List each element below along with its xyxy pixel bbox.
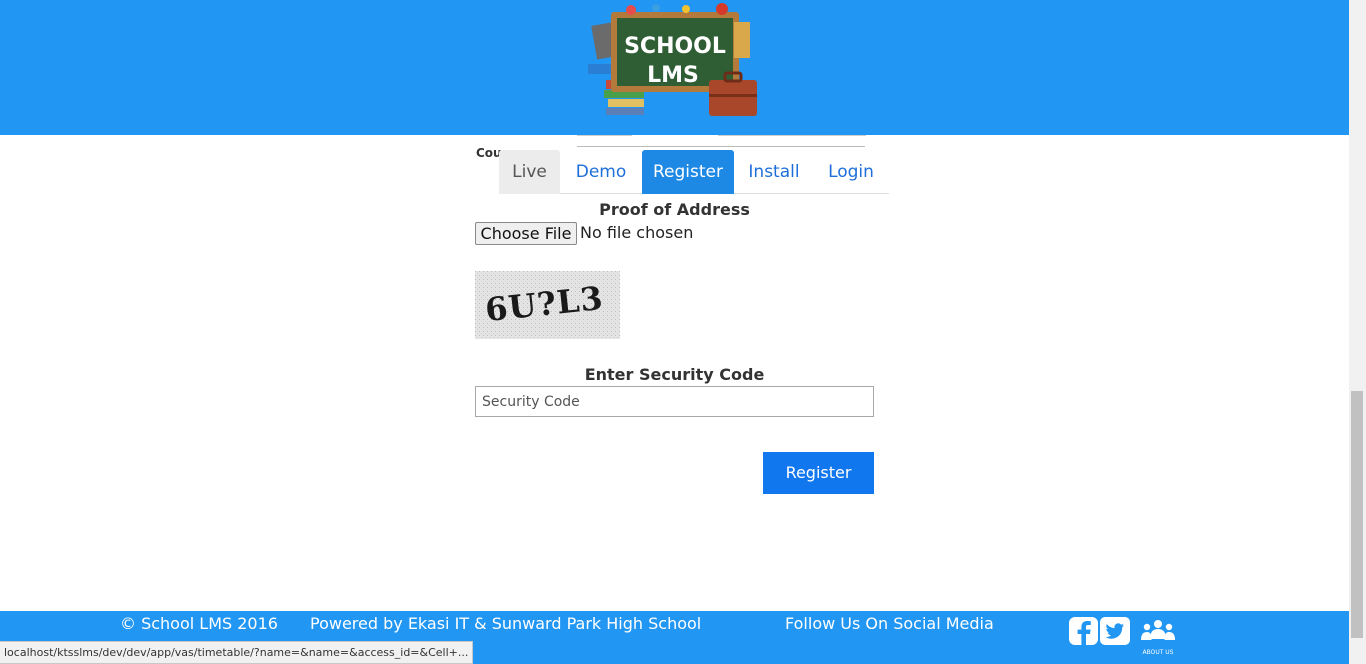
twitter-icon[interactable] (1100, 617, 1130, 645)
page-scrollbar[interactable] (1349, 0, 1366, 664)
about-us-link[interactable]: ABOUT US (1139, 619, 1177, 657)
tab-register[interactable]: Register (642, 150, 734, 194)
security-code-input[interactable] (475, 386, 874, 417)
site-header: SCHOOL LMS (0, 0, 1349, 135)
about-us-icon (1141, 620, 1175, 640)
tab-login[interactable]: Login (819, 150, 883, 194)
proof-of-address-label: Proof of Address (599, 200, 750, 219)
follow-us-text: Follow Us On Social Media (785, 614, 994, 633)
page: Cou SCHOOL LMS Live Demo Register Instal… (0, 0, 1366, 664)
tab-live[interactable]: Live (499, 150, 560, 194)
country-label: Cou (476, 146, 502, 160)
security-code-label: Enter Security Code (584, 365, 765, 384)
logo-text-line2: LMS (647, 63, 699, 88)
main-tabs: Live Demo Register Install Login (499, 150, 889, 194)
choose-file-button[interactable]: Choose File (475, 222, 577, 245)
tab-install[interactable]: Install (739, 150, 809, 194)
copyright-text: © School LMS 2016 (120, 614, 278, 633)
file-status-text: No file chosen (580, 223, 694, 242)
logo-text-line1: SCHOOL (624, 34, 726, 59)
tab-demo[interactable]: Demo (565, 150, 637, 194)
captcha-image: 6U?L3 (475, 271, 620, 339)
school-lms-logo-graphic: SCHOOL LMS (588, 3, 757, 116)
powered-by-text: Powered by Ekasi IT & Sunward Park High … (310, 614, 702, 633)
scrollbar-thumb[interactable] (1351, 391, 1363, 638)
about-us-label: ABOUT US (1142, 649, 1174, 656)
school-lms-logo[interactable]: SCHOOL LMS (586, 2, 762, 120)
facebook-icon[interactable] (1069, 617, 1098, 645)
register-button[interactable]: Register (763, 452, 874, 494)
status-bar-url: localhost/ktsslms/dev/dev/app/vas/timeta… (0, 641, 474, 664)
